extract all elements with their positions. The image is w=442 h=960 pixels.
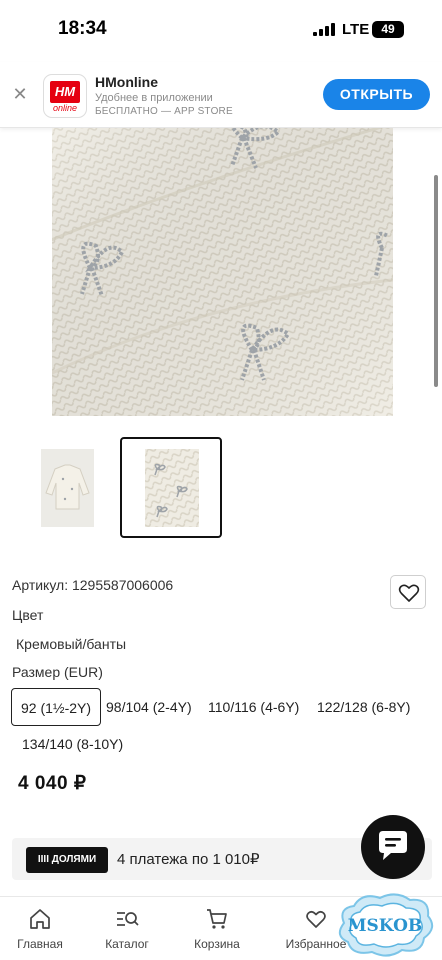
nav-label-home: Главная [17,937,63,951]
scrollbar[interactable] [434,175,438,387]
price: 4 040 ₽ [18,773,87,794]
chat-button[interactable] [361,815,425,879]
nav-item-catalog[interactable]: Каталог [87,897,167,960]
status-time: 18:34 [58,18,107,39]
size-option-122-128[interactable]: 122/128 (6-8Y) [317,688,410,726]
app-name: HMonline [95,74,158,90]
nav-item-cart[interactable]: Корзина [177,897,257,960]
thumbnail-cardigan[interactable] [41,449,94,527]
thumbnail-knit-detail[interactable] [120,437,222,538]
watermark-badge: MSKOB [338,893,434,957]
app-subtitle: Удобнее в приложении [95,92,213,104]
svg-text:MSKOB: MSKOB [348,916,423,936]
status-bar: 18:34 LTE 49 [0,0,442,60]
size-option-110-116[interactable]: 110/116 (4-6Y) [208,688,299,726]
chat-icon [379,831,407,860]
dolyami-badge: IIII ДОЛЯМИ [26,847,108,873]
watermark-logo: MSKOB [332,888,438,958]
signal-icon [313,23,335,36]
product-main-image[interactable] [52,128,393,416]
home-icon [30,909,50,929]
network-type: LTE [342,21,370,38]
size-option-92[interactable]: 92 (1½-2Y) [11,688,102,726]
size-option-98-104[interactable]: 98/104 (2-4Y) [106,688,192,726]
catalog-search-icon [117,912,139,926]
favorite-button[interactable] [390,575,426,609]
heart-icon [306,910,326,928]
installments-text: 4 платежа по 1 010₽ [117,851,260,868]
battery-icon: 49 [372,21,404,38]
knit-sweater-image [52,128,393,416]
size-option-134-140[interactable]: 134/140 (8-10Y) [22,725,123,763]
open-app-button[interactable]: ОТКРЫТЬ [323,79,430,110]
knit-detail-image [145,449,199,527]
color-label: Цвет [12,607,44,623]
close-icon[interactable]: ✕ [12,85,28,103]
color-value: Кремовый/банты [16,636,127,652]
heart-icon [398,584,420,602]
size-label: Размер (EUR) [12,664,103,680]
app-logo: HM online [43,74,87,118]
nav-label-cart: Корзина [194,937,240,951]
cardigan-image [41,449,94,527]
app-store-label: БЕСПЛАТНО — APP STORE [95,106,233,117]
nav-item-home[interactable]: Главная [0,897,80,960]
cart-icon [207,909,227,929]
article-number: Артикул: 1295587006006 [12,577,174,593]
nav-label-catalog: Каталог [105,937,149,951]
